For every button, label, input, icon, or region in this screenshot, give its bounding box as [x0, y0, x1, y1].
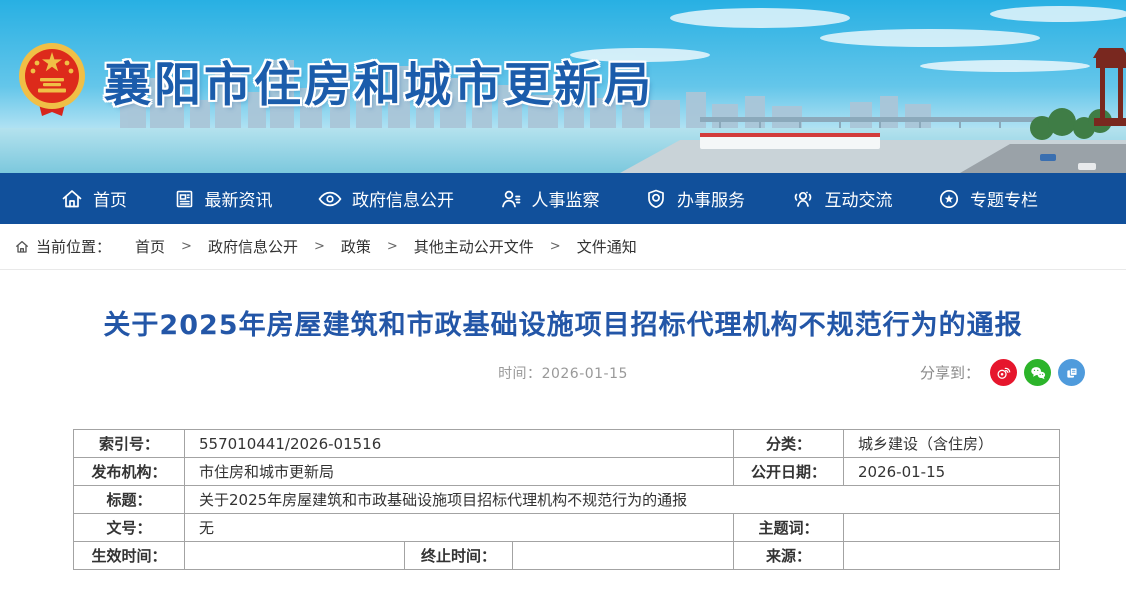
weibo-icon	[995, 364, 1012, 381]
source-label: 来源：	[734, 542, 844, 570]
nav-item-interaction[interactable]: 互动交流	[790, 186, 893, 211]
news-icon	[172, 187, 196, 211]
nav-item-personnel[interactable]: 人事监察	[499, 186, 600, 211]
effective-date-value	[185, 542, 405, 570]
weibo-share-button[interactable]	[990, 359, 1017, 386]
table-row: 生效时间： 终止时间： 来源：	[74, 542, 1060, 570]
table-row: 发布机构： 市住房和城市更新局 公开日期： 2026-01-15	[74, 458, 1060, 486]
index-number-value: 557010441/2026-01516	[185, 430, 734, 458]
doc-number-value: 无	[185, 514, 734, 542]
breadcrumb: 当前位置： 首页 > 政府信息公开 > 政策 > 其他主动公开文件 > 文件通知	[0, 224, 1126, 270]
nav-label: 人事监察	[532, 186, 600, 211]
table-row: 文号： 无 主题词：	[74, 514, 1060, 542]
people-chat-icon	[790, 187, 816, 211]
nav-label: 互动交流	[825, 186, 893, 211]
main-nav: 首页 最新资讯 政府信息公开 人事监察 办事服务 互动交流	[0, 173, 1126, 224]
site-banner: 襄阳市住房和城市更新局	[0, 0, 1126, 173]
breadcrumb-item-notices[interactable]: 文件通知	[577, 236, 637, 257]
nav-label: 专题专栏	[970, 186, 1038, 211]
wechat-share-button[interactable]	[1024, 359, 1051, 386]
nav-item-services[interactable]: 办事服务	[644, 186, 745, 211]
index-number-label: 索引号：	[74, 430, 185, 458]
nav-item-special-topics[interactable]: 专题专栏	[937, 186, 1038, 211]
breadcrumb-item-policy[interactable]: 政策	[341, 236, 371, 257]
nav-label: 办事服务	[677, 186, 745, 211]
keywords-label: 主题词：	[734, 514, 844, 542]
nav-label: 最新资讯	[205, 186, 273, 211]
breadcrumb-separator: >	[387, 239, 398, 254]
breadcrumb-separator: >	[550, 239, 561, 254]
article-title: 关于2025年房屋建筑和市政基础设施项目招标代理机构不规范行为的通报	[0, 303, 1126, 342]
publish-date-label: 公开日期：	[734, 458, 844, 486]
article-main: 关于2025年房屋建筑和市政基础设施项目招标代理机构不规范行为的通报 时间：20…	[0, 303, 1126, 570]
document-meta-table: 索引号： 557010441/2026-01516 分类： 城乡建设（含住房） …	[73, 429, 1060, 570]
breadcrumb-home-icon	[14, 239, 30, 255]
publish-date-value: 2026-01-15	[844, 458, 1060, 486]
time-label: 时间：	[498, 366, 542, 382]
badge-shield-icon	[644, 187, 668, 211]
nav-item-home[interactable]: 首页	[60, 186, 127, 211]
site-title: 襄阳市住房和城市更新局	[104, 46, 654, 115]
share-bar: 分享到：	[920, 359, 1085, 386]
nav-item-news[interactable]: 最新资讯	[172, 186, 273, 211]
breadcrumb-item-gov-info[interactable]: 政府信息公开	[208, 236, 298, 257]
breadcrumb-separator: >	[181, 239, 192, 254]
nav-label: 首页	[93, 186, 127, 211]
copy-link-share-button[interactable]	[1058, 359, 1085, 386]
source-value	[844, 542, 1060, 570]
nav-item-gov-info[interactable]: 政府信息公开	[317, 186, 454, 211]
issuer-label: 发布机构：	[74, 458, 185, 486]
breadcrumb-separator: >	[314, 239, 325, 254]
category-value: 城乡建设（含住房）	[844, 430, 1060, 458]
title-label: 标题：	[74, 486, 185, 514]
keywords-value	[844, 514, 1060, 542]
title-value: 关于2025年房屋建筑和市政基础设施项目招标代理机构不规范行为的通报	[185, 486, 1060, 514]
breadcrumb-item-other-docs[interactable]: 其他主动公开文件	[414, 236, 534, 257]
home-icon	[60, 187, 84, 211]
breadcrumb-item-home[interactable]: 首页	[135, 236, 165, 257]
expiry-date-label: 终止时间：	[405, 542, 513, 570]
time-value: 2026-01-15	[542, 366, 628, 382]
doc-number-label: 文号：	[74, 514, 185, 542]
publish-time: 时间：2026-01-15	[498, 363, 628, 383]
article-meta-row: 时间：2026-01-15 分享到：	[0, 359, 1126, 387]
breadcrumb-location-label: 当前位置：	[36, 236, 111, 257]
star-circle-icon	[937, 187, 961, 211]
eye-icon	[317, 187, 343, 211]
nav-label: 政府信息公开	[352, 186, 454, 211]
wechat-icon	[1029, 364, 1047, 382]
national-emblem-logo	[16, 40, 88, 120]
table-row: 索引号： 557010441/2026-01516 分类： 城乡建设（含住房）	[74, 430, 1060, 458]
copy-link-icon	[1064, 365, 1080, 381]
effective-date-label: 生效时间：	[74, 542, 185, 570]
table-row: 标题： 关于2025年房屋建筑和市政基础设施项目招标代理机构不规范行为的通报	[74, 486, 1060, 514]
category-label: 分类：	[734, 430, 844, 458]
share-label: 分享到：	[920, 362, 980, 383]
expiry-date-value	[513, 542, 734, 570]
person-icon	[499, 187, 523, 211]
issuer-value: 市住房和城市更新局	[185, 458, 734, 486]
